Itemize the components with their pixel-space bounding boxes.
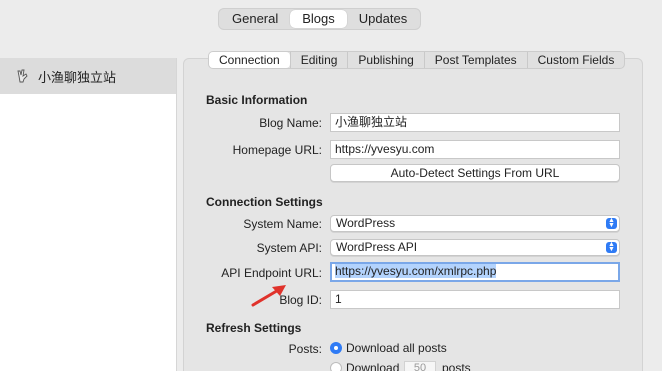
api-endpoint-field[interactable]: https://yvesyu.com/xmlrpc.php (330, 262, 620, 282)
homepage-url-label: Homepage URL: (232, 143, 322, 157)
download-all-label: Download all posts (346, 341, 447, 355)
sidebar-item-blog[interactable]: 小渔聊独立站 (0, 58, 176, 94)
post-count-suffix: posts (442, 361, 471, 371)
tab-blogs[interactable]: Blogs (290, 10, 347, 28)
refresh-settings-title: Refresh Settings (206, 321, 302, 335)
tab-custom-fields[interactable]: Custom Fields (526, 52, 625, 68)
annotation-arrow-icon (251, 285, 286, 307)
sidebar-item-label: 小渔聊独立站 (38, 69, 117, 85)
tab-general[interactable]: General (220, 10, 290, 28)
chevron-updown-icon: ▲ ▼ (606, 241, 617, 253)
homepage-url-field[interactable]: https://yvesyu.com (330, 140, 620, 159)
auto-detect-button[interactable]: Auto-Detect Settings From URL (330, 164, 620, 182)
download-all-radio[interactable] (330, 342, 342, 354)
chevron-updown-icon: ▲ ▼ (606, 217, 617, 229)
top-tab-bar: General Blogs Updates (218, 8, 422, 30)
system-api-value: WordPress API (336, 240, 418, 254)
system-api-label: System API: (256, 241, 322, 255)
blog-name-label: Blog Name: (259, 116, 322, 130)
system-name-select[interactable]: WordPress ▲ ▼ (330, 215, 620, 232)
sub-tab-bar: Connection Editing Publishing Post Templ… (208, 51, 626, 69)
blog-name-field[interactable]: 小渔聊独立站 (330, 113, 620, 132)
blog-id-field[interactable]: 1 (330, 290, 620, 309)
download-some-label: Download (346, 361, 400, 371)
system-name-value: WordPress (336, 216, 396, 230)
peace-hand-icon (16, 69, 30, 83)
system-name-label: System Name: (243, 217, 322, 231)
tab-updates[interactable]: Updates (347, 10, 419, 28)
api-endpoint-label: API Endpoint URL: (221, 266, 322, 280)
download-some-radio[interactable] (330, 362, 342, 371)
blog-list-sidebar: 小渔聊独立站 (0, 58, 177, 371)
tab-connection[interactable]: Connection (209, 52, 290, 68)
post-count-field[interactable]: 50 (404, 361, 436, 371)
tab-post-templates[interactable]: Post Templates (423, 52, 527, 68)
tab-publishing[interactable]: Publishing (347, 52, 423, 68)
basic-info-title: Basic Information (206, 93, 308, 107)
system-api-select[interactable]: WordPress API ▲ ▼ (330, 239, 620, 256)
connection-settings-title: Connection Settings (206, 195, 323, 209)
tab-editing[interactable]: Editing (289, 52, 348, 68)
posts-label: Posts: (288, 342, 322, 356)
api-endpoint-value: https://yvesyu.com/xmlrpc.php (335, 264, 497, 278)
